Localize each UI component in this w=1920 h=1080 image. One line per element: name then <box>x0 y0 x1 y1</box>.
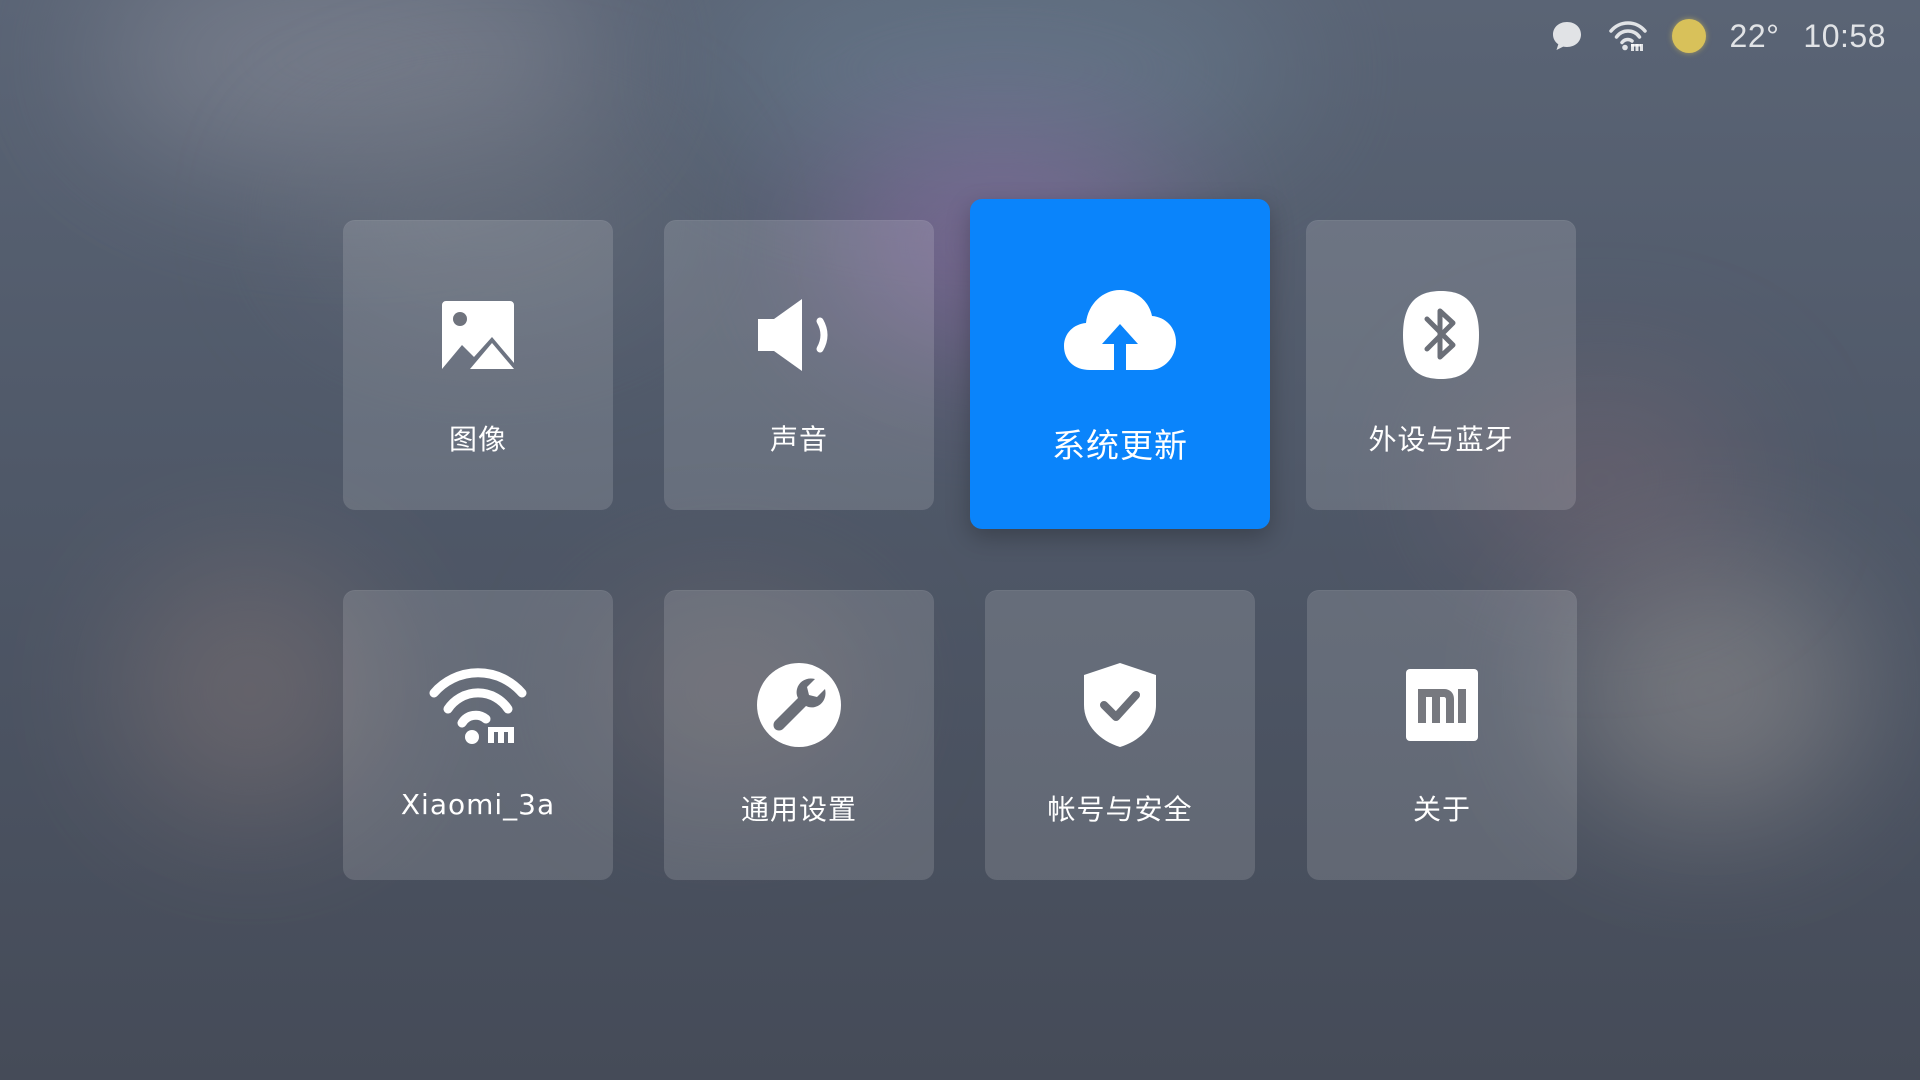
tile-account-security[interactable]: 帐号与安全 <box>985 590 1255 880</box>
background-blur <box>120 560 380 820</box>
cloud-upload-icon <box>1060 281 1180 381</box>
wrench-icon <box>755 660 843 750</box>
tile-label: 外设与蓝牙 <box>1368 423 1514 456</box>
tile-label: 声音 <box>769 423 828 456</box>
mi-logo-icon <box>1404 660 1480 750</box>
tile-label: 图像 <box>448 423 507 456</box>
tile-network[interactable]: Xiaomi_3a <box>343 590 613 880</box>
tile-label: 通用设置 <box>740 793 857 826</box>
wifi-mi-icon <box>428 660 528 750</box>
tile-about[interactable]: 关于 <box>1307 590 1577 880</box>
settings-screen: 22° 10:58 图像 声音 系统更新 外设与蓝牙 Xiaomi_3a 通用设… <box>0 0 1920 1080</box>
tile-label: 关于 <box>1412 793 1471 826</box>
tile-label: 系统更新 <box>1052 426 1188 465</box>
message-icon[interactable] <box>1550 19 1584 53</box>
tile-label: Xiaomi_3a <box>400 788 556 821</box>
speaker-icon <box>754 290 844 380</box>
wifi-mi-icon <box>1608 19 1648 53</box>
tile-general-settings[interactable]: 通用设置 <box>664 590 934 880</box>
picture-icon <box>440 290 516 380</box>
status-bar: 22° 10:58 <box>1550 14 1886 58</box>
temperature-text: 22° <box>1729 17 1780 54</box>
tile-sound[interactable]: 声音 <box>664 220 934 510</box>
tile-label: 帐号与安全 <box>1047 793 1193 826</box>
background-blur <box>1560 560 1860 820</box>
tile-picture[interactable]: 图像 <box>343 220 613 510</box>
clock-text: 10:58 <box>1803 17 1886 54</box>
tile-bluetooth[interactable]: 外设与蓝牙 <box>1306 220 1576 510</box>
tile-system-update[interactable]: 系统更新 <box>970 199 1270 529</box>
bluetooth-icon <box>1401 290 1481 380</box>
weather-sun-icon <box>1671 19 1706 53</box>
shield-check-icon <box>1082 660 1158 750</box>
